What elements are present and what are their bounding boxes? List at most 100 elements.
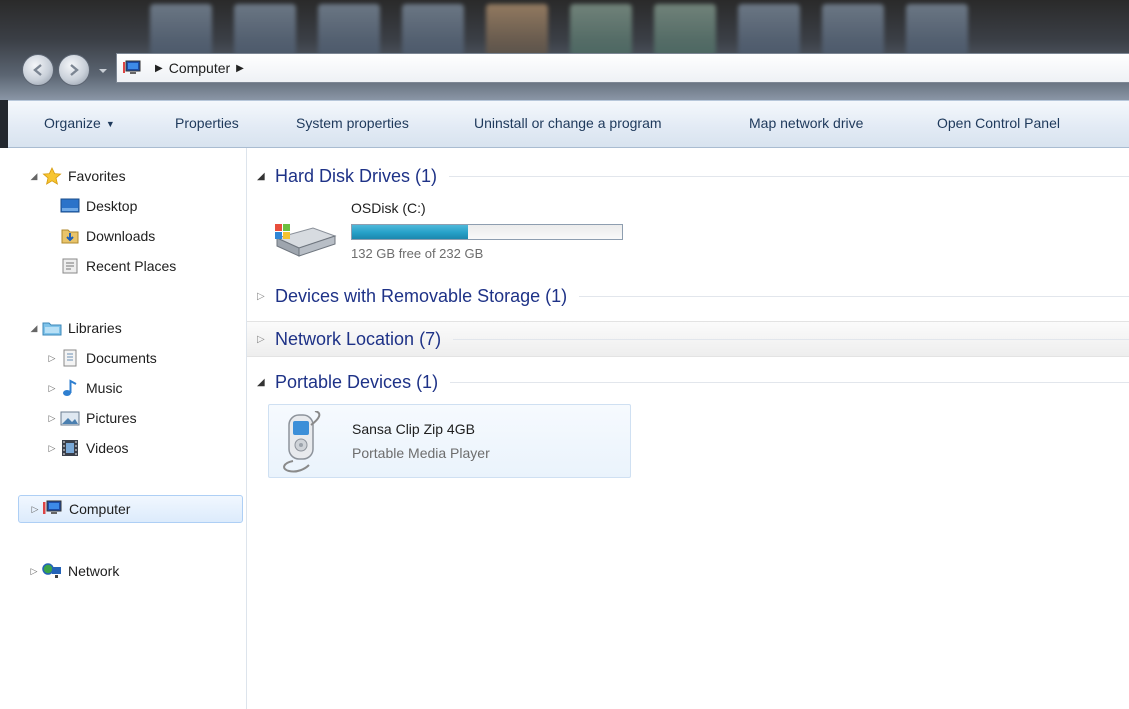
expanded-triangle-icon[interactable]: ◢ [257,377,275,388]
nav-item-music[interactable]: ▷ Music [46,374,123,402]
arrow-right-icon [70,64,79,76]
drive-free-space: 132 GB free of 232 GB [351,246,484,261]
group-title: Hard Disk Drives (1) [275,165,438,186]
arrow-left-icon [33,64,42,76]
nav-item-network[interactable]: ▷ Network [28,557,120,585]
thumbnail [822,4,884,56]
collapsed-triangle-icon[interactable]: ▷ [46,413,58,424]
group-title: Network Location (7) [275,328,442,349]
group-divider [579,295,1129,297]
back-button[interactable] [22,54,54,86]
breadcrumb-separator-icon[interactable]: ▶ [155,63,163,74]
group-title: Devices with Removable Storage (1) [275,285,568,306]
group-header-hard-disk[interactable]: ◢ Hard Disk Drives (1) [247,160,1129,192]
hard-drive-icon [275,224,337,257]
desktop-icon [60,197,80,215]
group-divider [450,381,1129,383]
expanded-triangle-icon[interactable]: ◢ [257,171,275,182]
music-note-icon [60,379,80,397]
expanded-triangle-icon[interactable]: ◢ [28,171,40,182]
thumbnail [318,4,380,56]
libraries-icon [42,319,62,337]
group-header-removable[interactable]: ▷ Devices with Removable Storage (1) [247,280,1129,312]
device-description: Portable Media Player [352,445,490,461]
group-title: Portable Devices (1) [275,371,439,392]
computer-icon [43,500,63,518]
window-title-bar: ▶ Computer ▶ [0,0,1129,100]
collapsed-triangle-icon[interactable]: ▷ [257,334,275,345]
nav-label: Desktop [86,198,138,214]
drive-name: OSDisk (C:) [351,200,426,216]
nav-item-computer[interactable]: ▷ Computer [18,495,243,523]
nav-label: Documents [86,350,157,366]
device-name: Sansa Clip Zip 4GB [352,421,475,437]
collapsed-triangle-icon[interactable]: ▷ [46,443,58,454]
group-divider [453,338,1129,340]
collapsed-triangle-icon[interactable]: ▷ [28,566,40,577]
nav-label: Pictures [86,410,137,426]
address-bar[interactable]: ▶ Computer ▶ [116,53,1129,83]
star-icon [42,167,62,185]
collapsed-triangle-icon[interactable]: ▷ [46,383,58,394]
thumbnail [654,4,716,56]
film-icon [60,439,80,457]
collapsed-triangle-icon[interactable]: ▷ [257,291,275,302]
open-control-panel-button[interactable]: Open Control Panel [937,115,1060,131]
group-divider [449,175,1129,177]
nav-label: Music [86,380,123,396]
recent-places-icon [60,257,80,275]
breadcrumb-separator-icon[interactable]: ▶ [236,63,244,74]
nav-item-libraries[interactable]: ◢ Libraries [28,314,122,342]
collapsed-triangle-icon[interactable]: ▷ [46,353,58,364]
nav-label: Downloads [86,228,156,244]
network-icon [42,562,62,580]
organize-menu-button[interactable]: Organize ▼ [44,115,115,131]
drive-item-osdisk[interactable]: OSDisk (C:) 132 GB free of 232 GB [269,196,639,272]
chevron-down-icon: ▼ [105,119,115,129]
command-toolbar: Organize ▼ Properties System properties U… [0,100,1129,148]
thumbnail [150,4,212,56]
organize-label: Organize [44,115,101,131]
nav-label: Libraries [68,320,122,336]
thumbnail [486,4,548,56]
media-player-icon [283,411,321,473]
thumbnail [402,4,464,56]
nav-label: Videos [86,440,129,456]
system-properties-button[interactable]: System properties [296,115,409,131]
thumbnail [906,4,968,56]
nav-label: Network [68,563,120,579]
uninstall-program-button[interactable]: Uninstall or change a program [474,115,662,131]
drive-usage-bar [351,224,623,240]
thumbnail [234,4,296,56]
nav-item-documents[interactable]: ▷ Documents [46,344,157,372]
pictures-icon [60,409,80,427]
thumbnail [570,4,632,56]
forward-button[interactable] [58,54,90,86]
documents-icon [60,349,80,367]
nav-item-recent-places[interactable]: Recent Places [58,252,176,280]
expanded-triangle-icon[interactable]: ◢ [28,323,40,334]
properties-button[interactable]: Properties [175,115,239,131]
nav-label: Computer [69,501,131,517]
device-item-sansa-clip[interactable]: Sansa Clip Zip 4GB Portable Media Player [268,404,631,478]
group-header-portable[interactable]: ◢ Portable Devices (1) [247,366,1129,398]
nav-item-desktop[interactable]: Desktop [58,192,137,220]
nav-item-downloads[interactable]: Downloads [58,222,155,250]
nav-label: Favorites [68,168,126,184]
nav-item-videos[interactable]: ▷ Videos [46,434,129,462]
nav-label: Recent Places [86,258,177,274]
collapsed-triangle-icon[interactable]: ▷ [29,504,41,515]
nav-item-favorites[interactable]: ◢ Favorites [28,162,126,190]
thumbnail [738,4,800,56]
navigation-buttons [22,52,122,92]
computer-icon [123,60,141,74]
map-network-drive-button[interactable]: Map network drive [749,115,863,131]
nav-item-pictures[interactable]: ▷ Pictures [46,404,137,432]
downloads-folder-icon [60,227,80,245]
drive-usage-fill [352,225,469,239]
recent-pages-dropdown-icon[interactable] [98,66,108,76]
navigation-pane: ◢ Favorites Desktop Downloads Recent Pla… [0,148,247,709]
breadcrumb-computer[interactable]: Computer [169,60,230,76]
content-pane: ◢ Hard Disk Drives (1) OSDisk (C:) 132 G… [247,148,1129,709]
group-header-network-location[interactable]: ▷ Network Location (7) [247,321,1129,357]
